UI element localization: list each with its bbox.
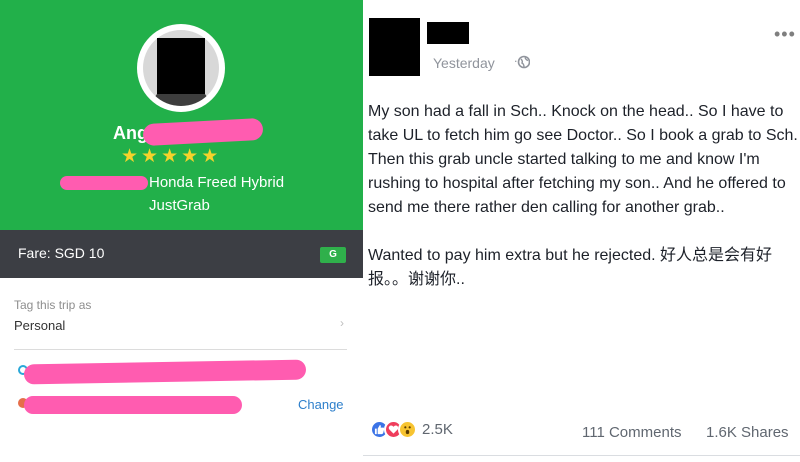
post-paragraph: My son had a fall in Sch.. Knock on the … [368,103,798,216]
wow-icon [398,420,417,439]
poster-name-redacted[interactable] [427,22,469,44]
star-icon: ★ [121,146,139,167]
star-icon: ★ [201,146,219,167]
avatar-redaction [157,38,205,94]
car-model: Honda Freed Hybrid [149,174,285,191]
pickup-address-redaction [23,359,307,385]
service-type: JustGrab [149,197,210,214]
post-text: My son had a fall in Sch.. Knock on the … [368,100,798,292]
star-icon: ★ [181,146,199,167]
divider [363,455,800,456]
facebook-post: Yesterday · ••• My son had a fall in Sch… [363,0,800,462]
fare-amount: Fare: SGD 10 [18,245,105,261]
star-icon: ★ [161,146,179,167]
dropoff-address-redaction [24,396,242,414]
separator-dot: · [514,55,518,68]
chevron-right-icon[interactable]: › [340,316,344,330]
star-icon: ★ [141,146,159,167]
comments-count-link[interactable]: 111 Comments [582,424,682,441]
name-redaction [142,117,264,147]
tag-trip-label: Tag this trip as [14,298,92,312]
fare-bar: Fare: SGD 10 G [0,230,363,278]
driver-rating: ★ ★ ★ ★ ★ [121,147,218,167]
tag-trip-value[interactable]: Personal [14,318,65,333]
post-paragraph: Wanted to pay him extra but he rejected.… [368,247,773,288]
divider [14,349,347,350]
plate-redaction [60,176,148,190]
reaction-summary[interactable]: 2.5K [370,420,453,439]
poster-avatar-redacted[interactable] [369,18,420,76]
driver-avatar [137,24,225,112]
grab-receipt-panel: Ang ★ ★ ★ ★ ★ Honda Freed Hybrid JustGrab Fa… [0,0,363,462]
more-options-icon[interactable]: ••• [774,24,796,45]
change-destination-link[interactable]: Change [298,397,344,412]
reaction-count: 2.5K [422,421,453,438]
driver-header: Ang ★ ★ ★ ★ ★ Honda Freed Hybrid JustGrab [0,0,363,230]
payment-badge: G [320,247,346,263]
shares-count-link[interactable]: 1.6K Shares [706,424,789,441]
post-timestamp[interactable]: Yesterday [433,55,495,71]
globe-icon: · [514,55,530,69]
